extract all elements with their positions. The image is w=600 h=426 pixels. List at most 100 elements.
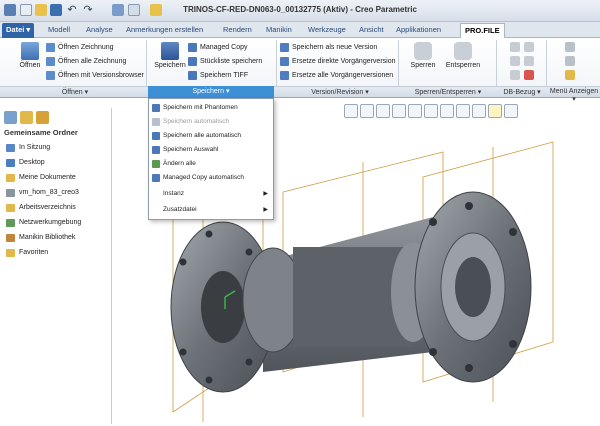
open-drawing-button[interactable]: Öffnen Zeichnung: [46, 42, 114, 53]
group-version[interactable]: Version/Revision ▾: [290, 88, 390, 96]
network-icon: [6, 219, 15, 227]
menu-item-save-all-auto[interactable]: Speichern alle automatisch: [149, 129, 273, 143]
tab-manikin[interactable]: Manikin: [262, 23, 296, 38]
nav-item-favoriten[interactable]: Favoriten: [6, 247, 48, 259]
nav-item-label: In Sitzung: [19, 144, 51, 151]
save-selection-icon: [152, 146, 160, 154]
change-all-icon: [152, 160, 160, 168]
db-delete-icon[interactable]: [524, 56, 534, 66]
favorites-folder-icon: [6, 249, 15, 257]
tab-profile[interactable]: PRO.FILE: [460, 23, 505, 38]
save-bom-button[interactable]: Stückliste speichern: [188, 56, 262, 67]
repaint-icon[interactable]: [392, 104, 406, 118]
spin-center-icon[interactable]: [488, 104, 502, 118]
nav-item-vm-hom[interactable]: vm_hom_83_creo3: [6, 187, 79, 199]
save-new-version-button[interactable]: Speichern als neue Version: [280, 42, 377, 53]
tiff-icon: [188, 71, 197, 80]
tab-rendern[interactable]: Rendern: [219, 23, 256, 38]
nav-item-in-sitzung[interactable]: In Sitzung: [6, 142, 50, 154]
nav-item-label: Meine Dokumente: [19, 174, 76, 181]
desktop-icon: [6, 159, 15, 167]
replace-all-versions-label: Ersetze alle Vorgängerversionen: [292, 72, 394, 79]
zoom-in-icon[interactable]: [360, 104, 374, 118]
working-dir-icon: [6, 204, 15, 212]
model-tree-icon[interactable]: [4, 111, 17, 124]
menu-list-icon[interactable]: [565, 56, 575, 66]
menu-item-save-selection[interactable]: Speichern Auswahl: [149, 143, 273, 157]
navigator-panel: Gemeinsame Ordner In Sitzung Desktop Mei…: [0, 108, 112, 424]
tab-ansicht[interactable]: Ansicht: [355, 23, 388, 38]
open-icon: [21, 42, 39, 60]
group-menu-show[interactable]: Menü Anzeigen ▾: [548, 88, 600, 103]
replace-all-versions-button[interactable]: Ersetze alle Vorgängerversionen: [280, 70, 393, 81]
open-all-drawings-button[interactable]: Öffnen alle Zeichnung: [46, 56, 126, 67]
tab-modell[interactable]: Modell: [44, 23, 74, 38]
unlock-button[interactable]: Entsperren: [443, 42, 483, 69]
save-tiff-label: Speichern TIFF: [200, 72, 249, 79]
save-button[interactable]: Speichern: [150, 42, 190, 69]
tab-applikationen[interactable]: Applikationen: [392, 23, 445, 38]
menu-item-change-all[interactable]: Ändern alle: [149, 157, 273, 171]
open-all-drawings-label: Öffnen alle Zeichnung: [58, 58, 127, 65]
save-tiff-button[interactable]: Speichern TIFF: [188, 70, 248, 81]
library-icon: [6, 234, 15, 242]
annotation-display-icon[interactable]: [472, 104, 486, 118]
datum-display-icon[interactable]: [456, 104, 470, 118]
managed-copy-button[interactable]: Managed Copy: [188, 42, 247, 53]
db-refresh-icon[interactable]: [510, 56, 520, 66]
group-db[interactable]: DB-Bezug ▾: [498, 88, 546, 96]
save-dropdown-menu: Speichern mit Phantomen Speichern automa…: [148, 98, 274, 220]
nav-item-manikin-bibliothek[interactable]: Manikin Bibliothek: [6, 232, 75, 244]
menu-folder-icon[interactable]: [565, 70, 575, 80]
folder-browser-icon[interactable]: [20, 111, 33, 124]
favorites-icon[interactable]: [36, 111, 49, 124]
menu-item-save-phantoms[interactable]: Speichern mit Phantomen: [149, 101, 273, 115]
view-manager-icon[interactable]: [440, 104, 454, 118]
db-info-icon[interactable]: [510, 70, 520, 80]
submenu-arrow-icon: ▶: [263, 191, 268, 197]
display-style-icon[interactable]: [408, 104, 422, 118]
navigator-heading: Gemeinsame Ordner: [4, 128, 78, 137]
nav-item-arbeitsverzeichnis[interactable]: Arbeitsverzeichnis: [6, 202, 76, 214]
drawings-icon: [46, 57, 55, 66]
db-link-icon[interactable]: [510, 42, 520, 52]
nav-item-label: Arbeitsverzeichnis: [19, 204, 76, 211]
tab-anmerkungen[interactable]: Anmerkungen erstellen: [122, 23, 207, 38]
tab-datei[interactable]: Datei ▾: [2, 23, 35, 38]
refit-icon[interactable]: [344, 104, 358, 118]
save-phantoms-icon: [152, 104, 160, 112]
save-bom-label: Stückliste speichern: [200, 58, 263, 65]
open-button[interactable]: Öffnen: [10, 42, 50, 69]
nav-item-desktop[interactable]: Desktop: [6, 157, 45, 169]
group-save-active[interactable]: Speichern ▾: [148, 86, 274, 98]
menu-item-instanz[interactable]: Instanz ▶: [149, 187, 273, 201]
menu-item-zusatzdatei[interactable]: Zusatzdatei ▶: [149, 203, 273, 217]
saved-views-icon[interactable]: [424, 104, 438, 118]
menu-item-label: Speichern alle automatisch: [163, 132, 242, 139]
tab-werkzeuge[interactable]: Werkzeuge: [304, 23, 350, 38]
menu-item-label: Managed Copy automatisch: [163, 174, 244, 181]
menu-show-icon[interactable]: [565, 42, 575, 52]
documents-folder-icon: [6, 174, 15, 182]
zoom-out-icon[interactable]: [376, 104, 390, 118]
window-title: TRINOS-CF-RED-DN063-0_00132775 (Aktiv) -…: [183, 5, 417, 14]
menu-item-save-auto[interactable]: Speichern automatisch: [149, 115, 273, 129]
db-update-icon[interactable]: [524, 42, 534, 52]
group-open[interactable]: Öffnen ▾: [50, 88, 100, 96]
nav-item-meine-dokumente[interactable]: Meine Dokumente: [6, 172, 76, 184]
replace-direct-version-button[interactable]: Ersetze direkte Vorgängerversion: [280, 56, 396, 67]
menu-item-label: Speichern automatisch: [163, 118, 230, 125]
right-bore: [455, 257, 491, 317]
drawing-icon: [46, 43, 55, 52]
nav-item-label: Desktop: [19, 159, 45, 166]
open-label: Öffnen: [19, 62, 41, 69]
perspective-icon[interactable]: [504, 104, 518, 118]
group-lock[interactable]: Sperren/Entsperren ▾: [400, 88, 496, 96]
menu-item-managed-copy-auto[interactable]: Managed Copy automatisch: [149, 171, 273, 185]
db-error-icon[interactable]: [524, 70, 534, 80]
save-all-auto-icon: [152, 132, 160, 140]
nav-item-netzwerkumgebung[interactable]: Netzwerkumgebung: [6, 217, 81, 229]
open-version-browser-button[interactable]: Öffnen mit Versionsbrowser: [46, 70, 144, 81]
tab-analyse[interactable]: Analyse: [82, 23, 117, 38]
lock-button[interactable]: Sperren: [403, 42, 443, 69]
